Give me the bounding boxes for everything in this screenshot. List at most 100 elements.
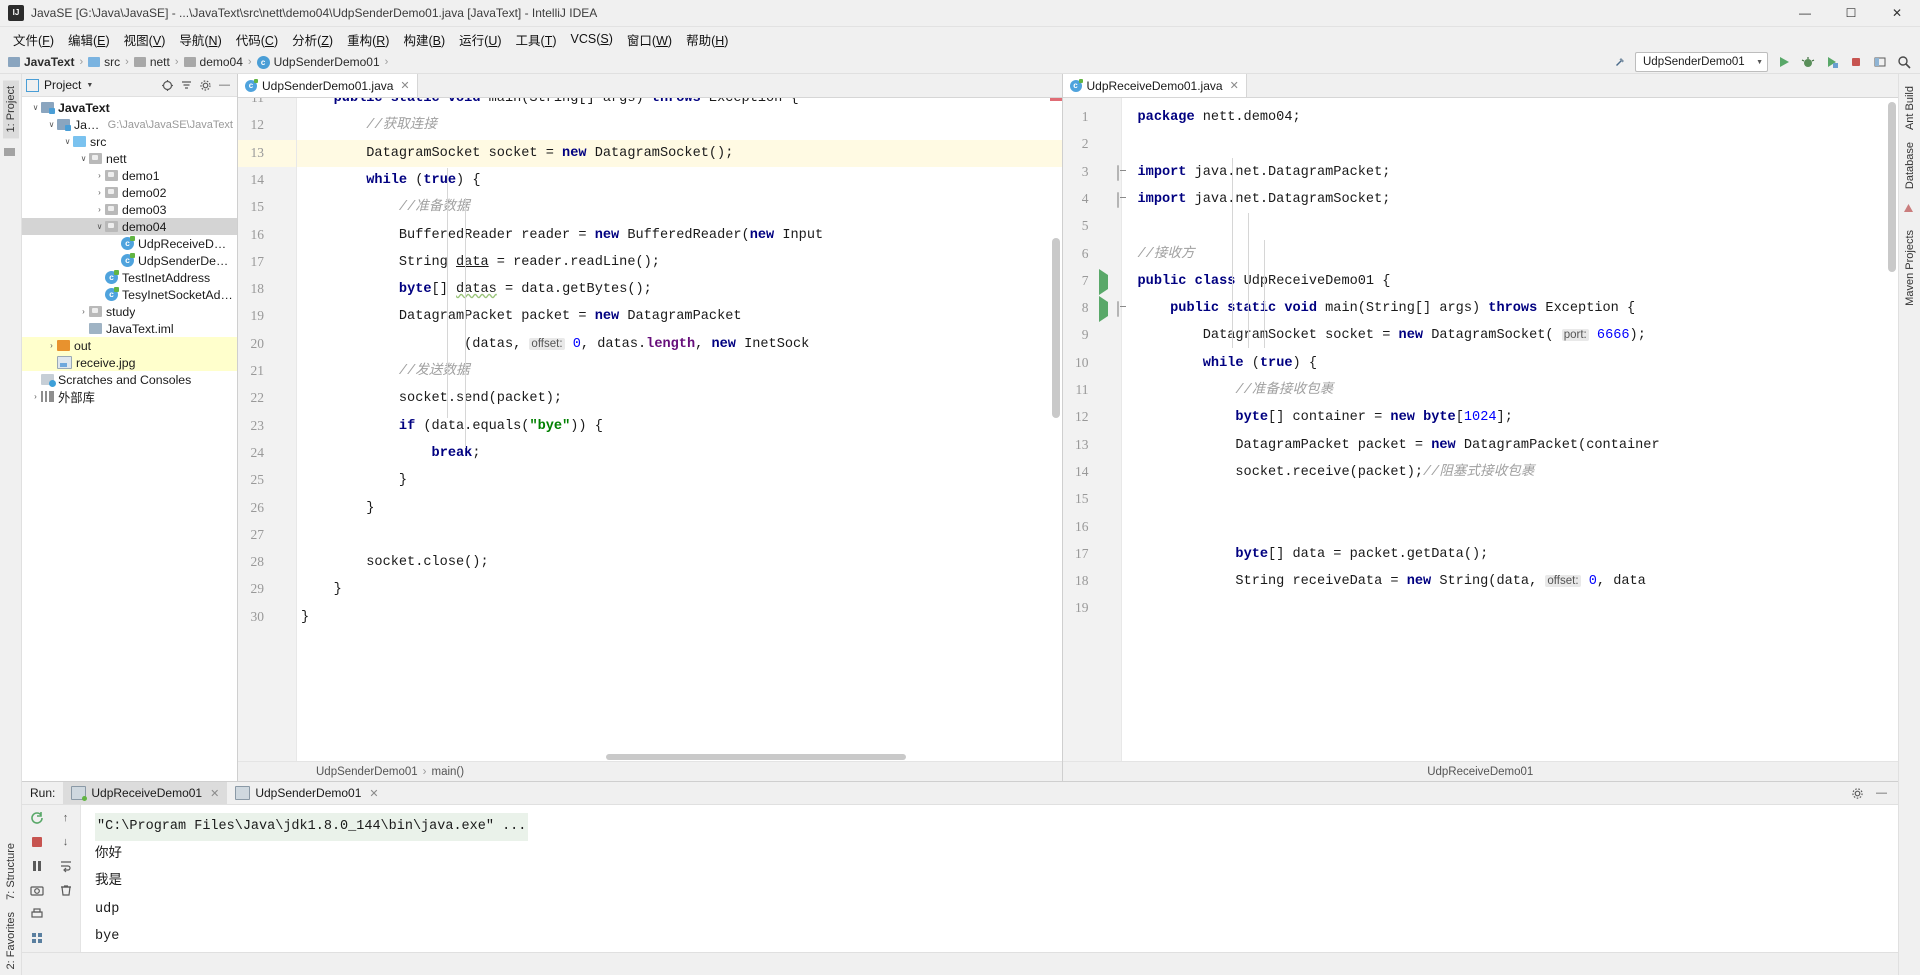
code-line[interactable]: public static void main(String[] args) t… <box>301 98 799 112</box>
code-line[interactable]: String data = reader.readLine(); <box>301 249 660 276</box>
code-line[interactable]: } <box>301 604 309 631</box>
pause-icon[interactable] <box>29 858 44 873</box>
close-icon[interactable]: ✕ <box>210 787 219 800</box>
chevron-down-icon[interactable]: ▼ <box>86 82 93 89</box>
run-gutter-icon[interactable] <box>1098 268 1115 295</box>
code-line[interactable]: socket.receive(packet);//阻塞式接收包裹 <box>1138 459 1534 486</box>
soft-wrap-icon[interactable] <box>58 858 73 873</box>
tree-node-scratches-and-consoles[interactable]: >Scratches and Consoles <box>22 371 237 388</box>
sidebar-item-project[interactable]: 1: Project <box>2 80 19 139</box>
editor-right-code-area[interactable]: 1 2 3 4 5 6 7 8 9 10 11 12 13 14 15 16 17 18 19 package ne… <box>1062 98 1898 761</box>
grid-icon[interactable] <box>29 930 44 945</box>
menu-item-11[interactable]: 窗口(W) <box>620 27 679 52</box>
tree-node-udpsenderdemo01[interactable]: >UdpSenderDemo01 <box>22 252 237 269</box>
tree-twisty-icon[interactable]: › <box>46 341 57 350</box>
code-line[interactable]: while (true) { <box>301 167 480 194</box>
code-line[interactable]: } <box>301 467 407 494</box>
gear-icon[interactable] <box>1851 787 1864 800</box>
run-icon[interactable] <box>1775 54 1792 71</box>
tree-twisty-icon[interactable]: ∨ <box>94 222 105 231</box>
run-tab-udpsenderdemo01[interactable]: UdpSenderDemo01 ✕ <box>227 782 386 804</box>
menu-item-6[interactable]: 重构(R) <box>340 27 396 52</box>
tree-node-src[interactable]: ∨ src <box>22 133 237 150</box>
debug-icon[interactable] <box>1799 54 1816 71</box>
tree-node-demo04[interactable]: ∨ demo04 <box>22 218 237 235</box>
close-icon[interactable]: ✕ <box>1230 79 1239 92</box>
breadcrumb-item-0[interactable]: JavaText <box>6 55 76 69</box>
editor-left-code[interactable]: public static void main(String[] args) t… <box>297 98 1062 761</box>
code-line[interactable]: while (true) { <box>1138 350 1317 377</box>
tree-node-study[interactable]: › study <box>22 303 237 320</box>
editor-left-horizontal-scrollbar[interactable] <box>296 754 1050 761</box>
tree-twisty-icon[interactable]: ∨ <box>30 103 41 112</box>
code-line[interactable]: //发送数据 <box>301 358 470 385</box>
menu-item-12[interactable]: 帮助(H) <box>679 27 735 52</box>
sidebar-item-maven-projects[interactable]: Maven Projects <box>1902 224 1918 312</box>
tree-twisty-icon[interactable]: › <box>94 171 105 180</box>
tab-udpreceivedemo01[interactable]: c UdpReceiveDemo01.java ✕ <box>1062 74 1247 97</box>
sidebar-item-database[interactable]: Database <box>1902 136 1918 195</box>
tree-twisty-icon[interactable]: › <box>30 392 41 401</box>
sidebar-item-ant-build[interactable]: Ant Build <box>1902 80 1918 136</box>
close-icon[interactable]: ✕ <box>400 79 409 92</box>
camera-icon[interactable] <box>29 882 44 897</box>
editor-left-vertical-scrollbar[interactable] <box>1049 98 1062 761</box>
tree-node-demo03[interactable]: › demo03 <box>22 201 237 218</box>
build-icon[interactable] <box>1611 54 1628 71</box>
search-icon[interactable] <box>1895 54 1912 71</box>
code-line[interactable]: byte[] datas = data.getBytes(); <box>301 276 652 303</box>
project-tree[interactable]: ∨JavaText∨JavaTextG:\Java\JavaSE\JavaTex… <box>22 97 237 781</box>
code-line[interactable]: socket.send(packet); <box>301 385 562 412</box>
tree-twisty-icon[interactable]: ∨ <box>62 137 73 146</box>
rerun-icon[interactable] <box>29 810 44 825</box>
trash-icon[interactable] <box>58 882 73 897</box>
tree-twisty-icon[interactable]: › <box>94 205 105 214</box>
editor-left-code-area[interactable]: 11 12 13 14 15 16 17 18 19 20 21 22 23 24 25 26 27 28 29 30… <box>238 98 1062 761</box>
layout-icon[interactable] <box>1871 54 1888 71</box>
code-line[interactable]: DatagramSocket socket = new DatagramSock… <box>301 140 733 167</box>
locate-icon[interactable] <box>161 79 174 92</box>
tree-node-demo02[interactable]: › demo02 <box>22 184 237 201</box>
gear-icon[interactable] <box>199 79 212 92</box>
code-line[interactable]: socket.close(); <box>301 549 488 576</box>
stop-icon[interactable] <box>1847 54 1864 71</box>
coverage-icon[interactable] <box>1823 54 1840 71</box>
editor-left-gutter[interactable]: 11 12 13 14 15 16 17 18 19 20 21 22 23 24 25 26 27 28 29 30 <box>238 98 297 761</box>
close-button[interactable]: ✕ <box>1874 0 1920 26</box>
menu-item-10[interactable]: VCS(S) <box>564 29 620 49</box>
close-icon[interactable]: ✕ <box>369 787 378 800</box>
editor-breadcrumb-item[interactable]: UdpSenderDemo01 <box>316 766 418 778</box>
breadcrumb-item-2[interactable]: nett <box>132 55 172 69</box>
menu-item-3[interactable]: 导航(N) <box>172 27 228 52</box>
tree-node-out[interactable]: › out <box>22 337 237 354</box>
hide-panel-icon[interactable]: — <box>218 79 231 92</box>
code-line[interactable]: //准备接收包裹 <box>1138 377 1333 404</box>
code-line[interactable]: DatagramSocket socket = new DatagramSock… <box>1138 322 1646 349</box>
run-configuration-selector[interactable]: UdpSenderDemo01 ▼ <box>1635 52 1768 72</box>
editor-right-vertical-scrollbar[interactable] <box>1886 98 1898 761</box>
minimize-button[interactable]: — <box>1782 0 1828 26</box>
tree-node-demo1[interactable]: › demo1 <box>22 167 237 184</box>
code-line[interactable]: package nett.demo04; <box>1138 104 1301 131</box>
code-line[interactable]: DatagramPacket packet = new DatagramPack… <box>1138 432 1659 459</box>
tree-node-javatext[interactable]: ∨ JavaText G:\Java\JavaSE\JavaText <box>22 116 237 133</box>
run-tab-udpreceivedemo01[interactable]: UdpReceiveDemo01 ✕ <box>63 782 228 804</box>
code-line[interactable]: (datas, offset: 0, datas.length, new Ine… <box>301 331 809 358</box>
code-line[interactable]: import java.net.DatagramPacket; <box>1138 159 1391 186</box>
menu-item-2[interactable]: 视图(V) <box>117 27 173 52</box>
editor-right-gutter[interactable]: 1 2 3 4 5 6 7 8 9 10 11 12 13 14 15 16 17 18 19 <box>1062 98 1122 761</box>
tree-node-tesyinetsocketaddress[interactable]: >TesyInetSocketAddress <box>22 286 237 303</box>
collapse-all-icon[interactable] <box>180 79 193 92</box>
print-icon[interactable] <box>29 906 44 921</box>
code-line[interactable]: if (data.equals("bye")) { <box>301 413 603 440</box>
tab-udpsenderdemo01[interactable]: c UdpSenderDemo01.java ✕ <box>238 74 418 97</box>
code-line[interactable]: break; <box>301 440 481 467</box>
breadcrumb-item-4[interactable]: c UdpSenderDemo01 <box>255 55 382 69</box>
scroll-down-icon[interactable]: ↓ <box>58 834 73 849</box>
code-line[interactable]: } <box>301 495 374 522</box>
editor-breadcrumb-item[interactable]: main() <box>432 766 465 778</box>
minimize-icon[interactable]: — <box>1875 787 1888 800</box>
tree-node-testinetaddress[interactable]: >TestInetAddress <box>22 269 237 286</box>
tree-node-javatext-iml[interactable]: >JavaText.iml <box>22 320 237 337</box>
sidebar-item-structure[interactable]: 7: Structure <box>3 837 19 906</box>
